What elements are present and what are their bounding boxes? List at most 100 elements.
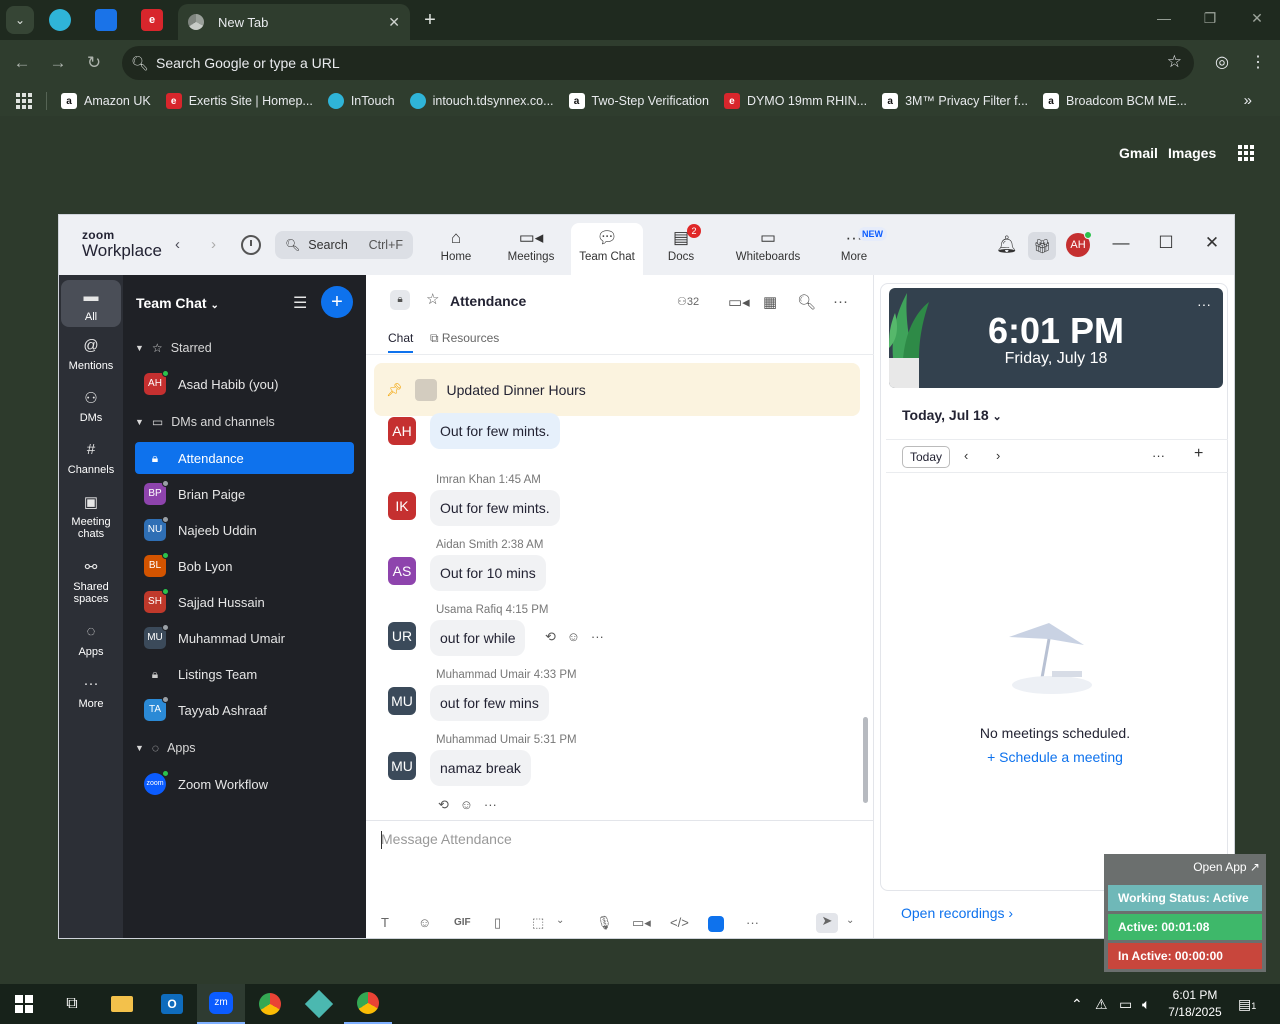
bookmark-item[interactable]: intouch.tdsynnex.co... (409, 93, 554, 109)
bookmark-item[interactable]: InTouch (327, 93, 395, 109)
tab-more[interactable]: ··· NEW More (818, 223, 890, 275)
app-icon[interactable] (295, 984, 343, 1024)
back-button[interactable]: ← (11, 52, 33, 74)
video-icon[interactable]: ▭◂ (728, 293, 750, 311)
new-tab-button[interactable]: + (418, 8, 442, 32)
avatar[interactable]: MU (388, 752, 416, 780)
bookmark-star-icon[interactable]: ☆ (1167, 52, 1182, 72)
sidebar-item-sajjad-hussain[interactable]: SH Sajjad Hussain (135, 586, 354, 618)
rail-more[interactable]: ··· More (61, 675, 121, 710)
chevron-right-icon[interactable]: » (1244, 92, 1252, 109)
chevron-left-icon[interactable]: ‹ (175, 236, 180, 253)
sidebar-item-brian-paige[interactable]: BP Brian Paige (135, 478, 354, 510)
today-button[interactable]: Today (902, 446, 951, 468)
member-count[interactable]: ⚇32 (677, 295, 699, 308)
calendar-date-header[interactable]: Today, Jul 18 ⌄ (902, 407, 1002, 423)
rail-channels[interactable]: # Channels (61, 441, 121, 476)
emoji-icon[interactable]: ☺ (418, 915, 431, 930)
sidebar-item-tayyab-ashraaf[interactable]: TA Tayyab Ashraaf (135, 694, 354, 726)
minimize-button[interactable]: — (1111, 233, 1131, 253)
omnibox[interactable]: 🔍︎ Search Google or type a URL ☆ (122, 46, 1194, 80)
zoom-search[interactable]: 🔍︎ Search Ctrl+F (275, 231, 413, 259)
message-bubble[interactable]: namaz break (430, 750, 531, 786)
file-explorer-icon[interactable] (98, 984, 146, 1024)
windows-start-icon[interactable] (0, 984, 48, 1024)
open-app-button[interactable]: Open App ↗ (1193, 860, 1260, 874)
pinned-tab-docs[interactable] (95, 9, 117, 31)
avatar[interactable]: IK (388, 492, 416, 520)
more-icon[interactable]: ··· (484, 797, 497, 812)
google-apps-icon[interactable] (1238, 145, 1254, 161)
rail-all[interactable]: ▬ All (61, 280, 121, 327)
tab-resources[interactable]: ⧉ Resources (430, 331, 499, 346)
avatar[interactable]: AH (1066, 231, 1092, 257)
message-bubble[interactable]: Out for 10 mins (430, 555, 546, 591)
task-view-icon[interactable]: ⧉ (48, 984, 96, 1024)
notification-app-icon[interactable]: ⚠ (1095, 996, 1108, 1013)
bookmark-item[interactable]: a Amazon UK (61, 93, 151, 109)
code-icon[interactable]: </> (670, 915, 689, 930)
rail-meeting-chats[interactable]: ▣ Meeting chats (61, 493, 121, 540)
tab-chat[interactable]: Chat (388, 331, 414, 353)
reload-button[interactable]: ↻ (83, 52, 105, 74)
channel-name[interactable]: Attendance (450, 293, 526, 309)
emoji-icon[interactable]: ☺ (567, 629, 580, 644)
section-apps[interactable]: ▼ ◌ Apps (135, 741, 196, 755)
composer-input[interactable]: Message Attendance (381, 831, 512, 847)
volume-icon[interactable]: 🔈︎ (1142, 996, 1150, 1013)
pinned-tab-exertis[interactable]: e (141, 9, 163, 31)
sidebar-item-bob-lyon[interactable]: BL Bob Lyon (135, 550, 354, 582)
star-icon[interactable]: ☆ (426, 290, 439, 308)
forward-button[interactable]: → (47, 52, 69, 74)
bookmark-item[interactable]: a Two-Step Verification (568, 93, 709, 109)
outlook-icon[interactable]: O (148, 984, 196, 1024)
chrome-profile-icon[interactable] (344, 984, 392, 1024)
sender-name[interactable]: Aidan Smith (436, 539, 498, 551)
screenshot-icon[interactable]: ⬚ (532, 915, 544, 931)
sidebar-item-zoom-workflow[interactable]: zoom Zoom Workflow (135, 768, 354, 800)
more-icon[interactable]: ··· (833, 293, 848, 310)
history-icon[interactable] (241, 235, 261, 255)
rail-apps[interactable]: ◌ Apps (61, 623, 121, 658)
calendar-icon[interactable]: ▦ (763, 293, 777, 311)
reply-icon[interactable]: ⟲ (438, 797, 449, 812)
pinned-message[interactable]: 📌︎ Updated Dinner Hours (374, 363, 860, 416)
zoom-taskbar-icon[interactable]: zm (197, 984, 245, 1024)
chevron-down-icon[interactable]: ⌄ (846, 915, 854, 926)
chevron-right-icon[interactable]: › (211, 236, 216, 253)
avatar[interactable]: AH (388, 417, 416, 445)
filter-icon[interactable]: ☰ (293, 293, 307, 313)
tab-meetings[interactable]: ▭◂ Meetings (495, 223, 567, 275)
message-bubble[interactable]: Out for few mints. (430, 490, 560, 526)
close-button[interactable]: ✕ (1202, 233, 1222, 253)
sender-name[interactable]: Usama Rafiq (436, 604, 502, 616)
more-icon[interactable]: ··· (1152, 448, 1165, 463)
gift-icon[interactable]: 🎁︎ (1028, 232, 1056, 260)
schedule-meeting-link[interactable]: + Schedule a meeting (874, 749, 1234, 765)
sidebar-item-muhammad-umair[interactable]: MU Muhammad Umair (135, 622, 354, 654)
apps-grid-icon[interactable] (16, 93, 32, 109)
file-icon[interactable]: ▯ (494, 915, 501, 931)
tray-clock[interactable]: 6:01 PM 7/18/2025 (1162, 987, 1228, 1021)
search-icon[interactable]: 🔍︎ (797, 293, 816, 311)
bookmark-item[interactable]: e Exertis Site | Homep... (165, 93, 313, 109)
gif-icon[interactable]: GIF (454, 917, 471, 928)
section-dms-channels[interactable]: ▼ ▭ DMs and channels (135, 415, 275, 429)
video-message-icon[interactable]: ▭◂ (632, 915, 651, 931)
tab-docs[interactable]: ▤ 2 Docs (645, 223, 717, 275)
format-text-icon[interactable]: T (381, 915, 389, 930)
avatar[interactable]: AS (388, 557, 416, 585)
rail-shared-spaces[interactable]: ⚯ Shared spaces (61, 558, 121, 605)
microphone-icon[interactable]: 🎙︎ (596, 915, 613, 931)
chevron-left-icon[interactable]: ‹ (964, 448, 968, 463)
tab-search-button[interactable]: ⌄ (6, 6, 34, 34)
chrome-menu-icon[interactable]: ⋮ (1246, 52, 1270, 72)
bell-icon[interactable]: 🔔︎ (996, 235, 1018, 255)
bookmark-item[interactable]: a 3M™ Privacy Filter f... (882, 93, 1028, 109)
rail-mentions[interactable]: @ Mentions (61, 337, 121, 372)
sidebar-title[interactable]: Team Chat ⌄ (136, 295, 219, 311)
emoji-icon[interactable]: ☺ (460, 797, 473, 812)
chat-scrollbar[interactable] (863, 717, 868, 803)
sidebar-item-attendance[interactable]: 🔒︎ Attendance (135, 442, 354, 474)
tab-home[interactable]: ⌂ Home (420, 223, 492, 275)
